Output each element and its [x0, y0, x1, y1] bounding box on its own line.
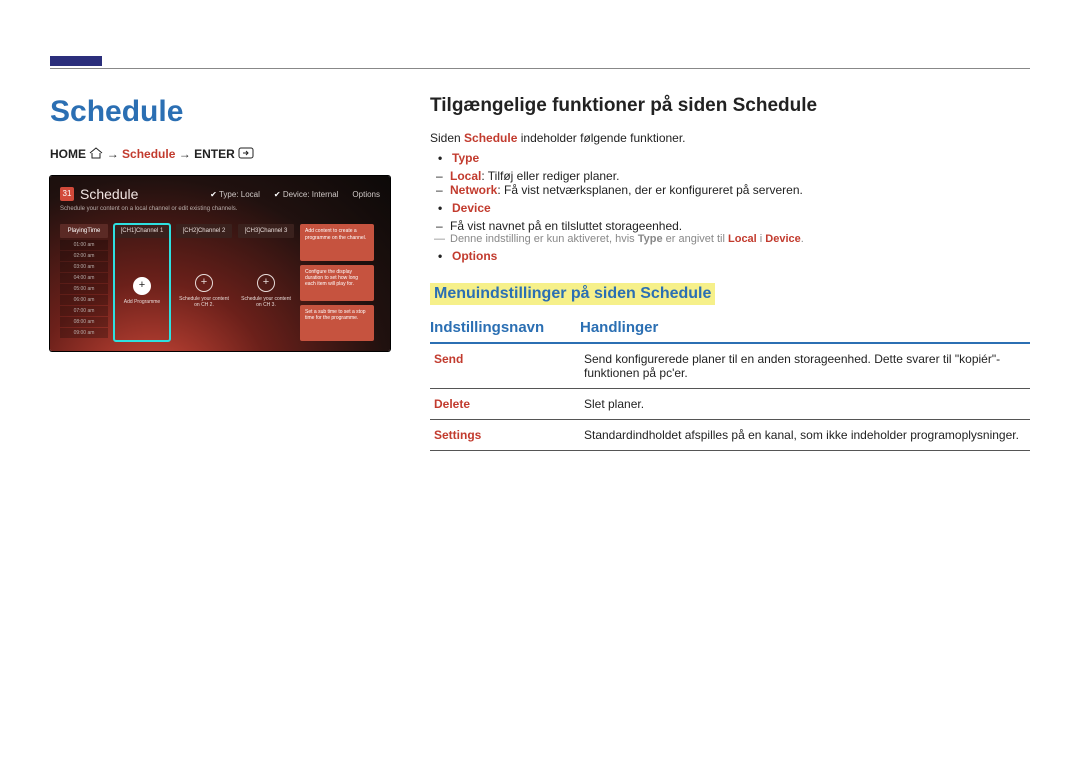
- bullet-device: Device: [452, 201, 1030, 215]
- bullet-type: Type: [452, 151, 1030, 165]
- options-table: Indstillingsnavn Handlinger Send Send ko…: [430, 319, 1030, 451]
- tips-panel: Add content to create a programme on the…: [300, 224, 374, 341]
- time-row: 04:00 am: [60, 273, 108, 283]
- col-name: Indstillingsnavn: [430, 319, 580, 343]
- row-name: Delete: [430, 389, 580, 420]
- table-row: Settings Standardindholdet afspilles på …: [430, 420, 1030, 451]
- device-line: Få vist navnet på en tilsluttet storagee…: [450, 219, 1030, 233]
- channel-2[interactable]: [CH2]Channel 2 + Schedule your content o…: [176, 224, 232, 341]
- type-local: Local: Tilføj eller rediger planer.: [450, 169, 1030, 183]
- time-column: PlayingTime 01:00 am 02:00 am 03:00 am 0…: [60, 224, 108, 341]
- channel-hint: Schedule your content on CH 3.: [241, 296, 291, 308]
- channel-header: [CH2]Channel 2: [176, 224, 232, 238]
- time-row: 03:00 am: [60, 262, 108, 272]
- home-icon: [89, 147, 103, 162]
- tip-card: Add content to create a programme on the…: [300, 224, 374, 260]
- plus-icon[interactable]: +: [133, 277, 151, 295]
- table-row: Delete Slet planer.: [430, 389, 1030, 420]
- breadcrumb-home: HOME: [50, 147, 86, 161]
- time-row: 01:00 am: [60, 240, 108, 250]
- channel-3[interactable]: [CH3]Channel 3 + Schedule your content o…: [238, 224, 294, 341]
- col-actions: Handlinger: [580, 319, 1030, 343]
- page-title: Schedule: [50, 95, 390, 129]
- mock-options[interactable]: Options: [352, 190, 380, 199]
- time-row: 06:00 am: [60, 295, 108, 305]
- breadcrumb-arrow: →: [179, 147, 191, 161]
- add-programme-label: Add Programme: [124, 299, 160, 305]
- mock-subtitle: Schedule your content on a local channel…: [60, 206, 237, 212]
- channel-header: [CH1]Channel 1: [114, 224, 170, 238]
- row-desc: Send konfigurerede planer til en anden s…: [580, 343, 1030, 389]
- tip-card: Set a sub time to set a stop time for th…: [300, 305, 374, 341]
- mock-title: Schedule: [80, 186, 138, 202]
- tip-card: Configure the display duration to set ho…: [300, 265, 374, 301]
- breadcrumb-arrow: →: [107, 147, 119, 161]
- channel-1[interactable]: [CH1]Channel 1 + Add Programme: [114, 224, 170, 341]
- type-network: Network: Få vist netværksplanen, der er …: [450, 183, 1030, 197]
- section-heading: Tilgængelige funktioner på siden Schedul…: [430, 95, 1030, 117]
- time-row: 05:00 am: [60, 284, 108, 294]
- breadcrumb-enter: ENTER: [194, 147, 235, 161]
- time-row: 09:00 am: [60, 328, 108, 338]
- plus-icon[interactable]: +: [195, 274, 213, 292]
- breadcrumb: HOME → Schedule → ENTER: [50, 147, 390, 162]
- time-row: 02:00 am: [60, 251, 108, 261]
- time-row: 08:00 am: [60, 317, 108, 327]
- row-name: Settings: [430, 420, 580, 451]
- mock-type[interactable]: ✔ Type: Local: [210, 190, 260, 199]
- time-row: 07:00 am: [60, 306, 108, 316]
- channel-header: [CH3]Channel 3: [238, 224, 294, 238]
- table-row: Send Send konfigurerede planer til en an…: [430, 343, 1030, 389]
- channel-hint: Schedule your content on CH 2.: [179, 296, 229, 308]
- row-name: Send: [430, 343, 580, 389]
- device-note: Denne indstilling er kun aktiveret, hvis…: [450, 233, 1030, 245]
- mock-device[interactable]: ✔ Device: Internal: [274, 190, 339, 199]
- breadcrumb-schedule: Schedule: [122, 147, 175, 161]
- row-desc: Slet planer.: [580, 389, 1030, 420]
- row-desc: Standardindholdet afspilles på en kanal,…: [580, 420, 1030, 451]
- bullet-options: Options: [452, 249, 1030, 263]
- time-header: PlayingTime: [60, 224, 108, 238]
- schedule-screenshot: 31 Schedule ✔ Type: Local ✔ Device: Inte…: [50, 176, 390, 351]
- calendar-icon: 31: [60, 187, 74, 201]
- enter-icon: [238, 147, 254, 162]
- subsection-heading: Menuindstillinger på siden Schedule: [430, 283, 715, 305]
- header-rule: [50, 68, 1030, 69]
- header-accent-bar: [50, 56, 102, 66]
- intro-text: Siden Schedule indeholder følgende funkt…: [430, 131, 1030, 145]
- plus-icon[interactable]: +: [257, 274, 275, 292]
